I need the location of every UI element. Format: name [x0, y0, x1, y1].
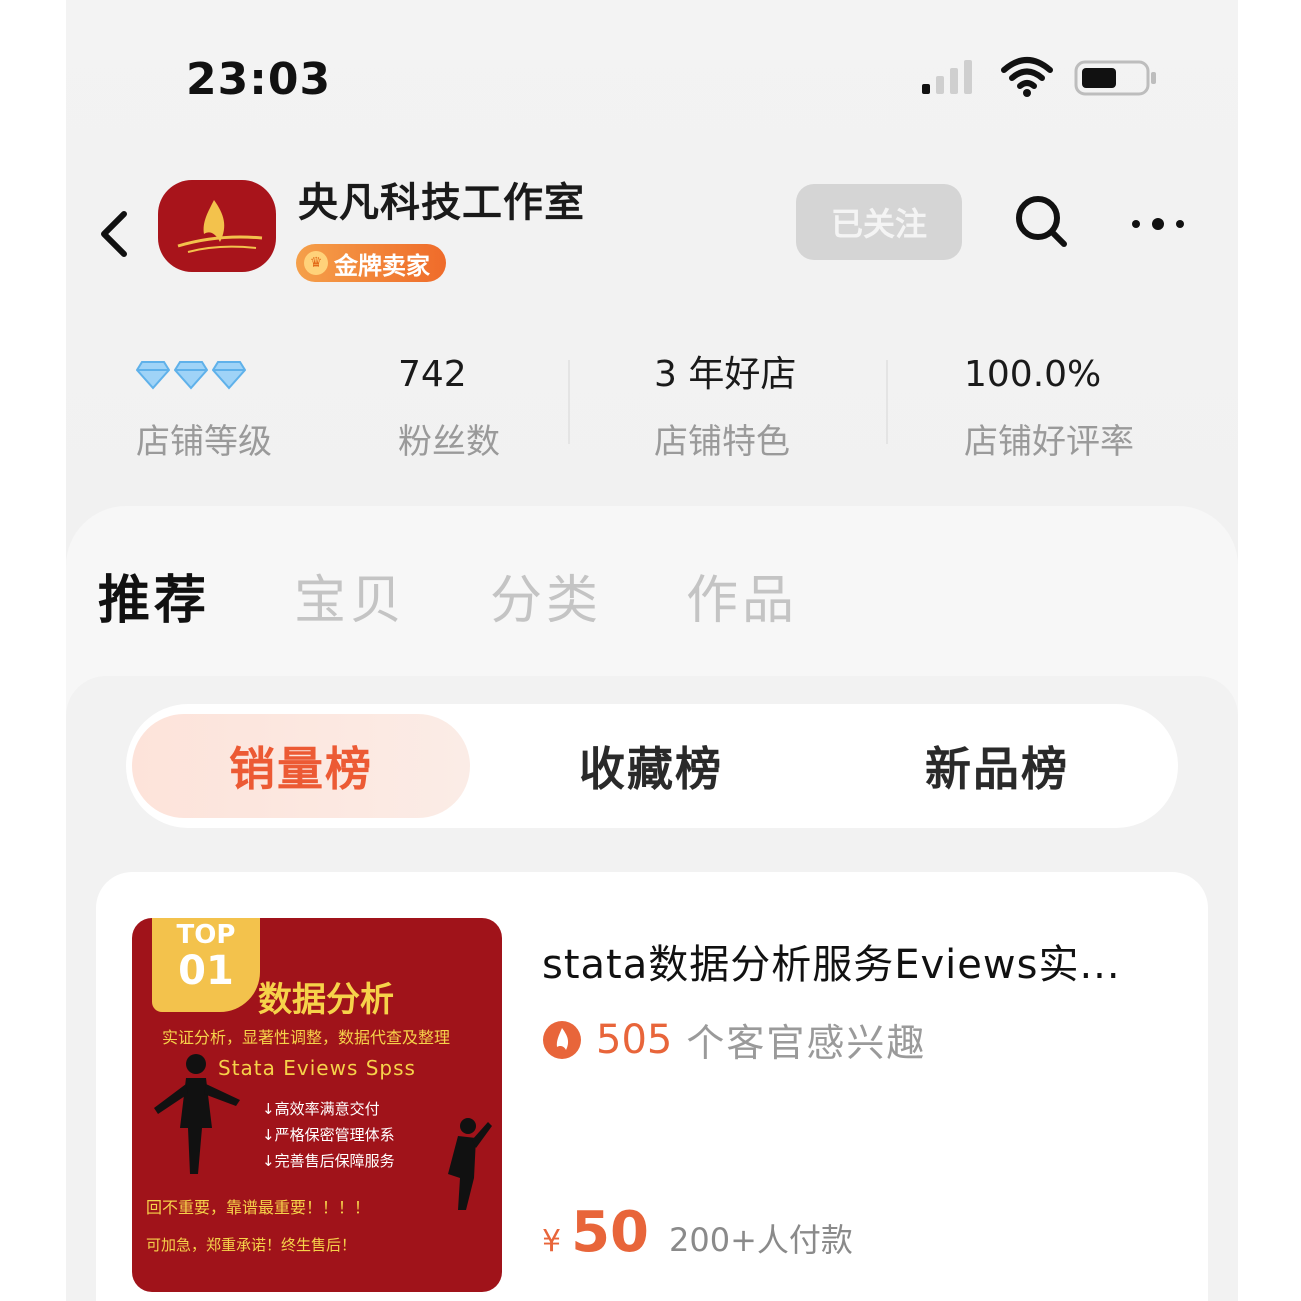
- shop-stats: 店铺等级 742 粉丝数 3 年好店 店铺特色 100.0% 店铺好评率: [66, 350, 1238, 470]
- rank-tab-sales[interactable]: 销量榜: [132, 714, 470, 818]
- stat-rating-value: 100.0%: [964, 354, 1102, 395]
- flame-logo-icon: [177, 200, 263, 253]
- status-time: 23:03: [186, 54, 332, 105]
- price-row: ¥ 50 200+人付款: [542, 1200, 853, 1265]
- product-image-title: 数据分析: [258, 980, 394, 1020]
- product-image-text: ↓完善售后保障服务: [262, 1152, 395, 1170]
- rank-tab-new[interactable]: 新品榜: [828, 714, 1166, 818]
- product-card[interactable]: 数据分析 实证分析，显著性调整，数据代查及整理 Stata Eviews Sps…: [96, 872, 1208, 1301]
- search-icon[interactable]: [1012, 192, 1068, 250]
- stat-rating[interactable]: 100.0% 店铺好评率: [964, 350, 1134, 463]
- ranking-panel: 销量榜 收藏榜 新品榜 数据分析 实证分析，显著性调整，数据代查及整理 Stat…: [66, 676, 1238, 1301]
- ranking-switch: 销量榜 收藏榜 新品榜: [126, 704, 1178, 828]
- stat-level-label: 店铺等级: [136, 422, 272, 462]
- diamond-icon: [174, 361, 208, 390]
- follow-button[interactable]: 已关注: [796, 184, 962, 260]
- rank-tab-favorites[interactable]: 收藏榜: [482, 714, 820, 818]
- stat-feature-label: 店铺特色: [654, 422, 790, 462]
- more-icon[interactable]: [1128, 212, 1188, 236]
- phone-screen: 23:03 央凡科技工作室 ♛ 金牌卖家 已关注 店铺等级 742 粉丝数 3 …: [66, 0, 1238, 1301]
- shop-name: 央凡科技工作室: [298, 180, 585, 226]
- interest-text: 个客官感兴趣: [686, 1021, 927, 1065]
- shop-tabs: 推荐 宝贝 分类 作品: [98, 558, 882, 633]
- interest-row: 505 个客官感兴趣: [542, 1012, 926, 1067]
- tab-works[interactable]: 作品: [686, 558, 798, 633]
- stat-divider: [886, 360, 888, 444]
- diamond-icon: [212, 361, 246, 390]
- product-image-text: 实证分析，显著性调整，数据代查及整理: [162, 1028, 451, 1047]
- tab-items[interactable]: 宝贝: [294, 558, 406, 633]
- price-currency: ¥: [542, 1224, 562, 1259]
- status-bar: 23:03: [66, 40, 1238, 120]
- product-image[interactable]: 数据分析 实证分析，显著性调整，数据代查及整理 Stata Eviews Sps…: [132, 918, 502, 1292]
- price-value: 50: [571, 1200, 650, 1265]
- shop-content: 推荐 宝贝 分类 作品 销量榜 收藏榜 新品榜 数据分析 实证分析，显著性调整，…: [66, 506, 1238, 1301]
- stat-fans-value: 742: [398, 354, 467, 395]
- gold-seller-label: 金牌卖家: [334, 251, 430, 280]
- product-image-text: 回不重要，靠谱最重要！！！！: [146, 1198, 371, 1217]
- stat-fans[interactable]: 742 粉丝数: [398, 350, 500, 463]
- crown-icon: ♛: [304, 251, 328, 275]
- tab-recommend[interactable]: 推荐: [98, 558, 210, 633]
- product-title[interactable]: stata数据分析服务Eviews实...: [542, 932, 1182, 990]
- product-image-text: 可加急，郑重承诺！终生售后！: [146, 1236, 357, 1254]
- product-image-text: ↓高效率满意交付: [262, 1100, 380, 1118]
- person-figure-icon: [154, 1054, 240, 1174]
- interest-count: 505: [596, 1016, 673, 1063]
- stat-shop-level[interactable]: 店铺等级: [136, 350, 272, 463]
- top-rank-number: 01: [178, 948, 234, 994]
- top-rank-badge: TOP 01: [152, 918, 260, 1012]
- wifi-icon: [1001, 57, 1053, 97]
- person-figure-icon: [448, 1118, 492, 1210]
- signal-icon: [922, 60, 972, 94]
- stat-feature[interactable]: 3 年好店 店铺特色: [654, 350, 796, 463]
- flame-icon: [543, 1020, 581, 1059]
- top-rank-label: TOP: [176, 920, 236, 950]
- stat-feature-value: 3 年好店: [654, 354, 797, 395]
- battery-icon: [1074, 60, 1156, 96]
- gold-seller-badge: ♛ 金牌卖家: [296, 244, 446, 282]
- sold-count: 200+人付款: [669, 1221, 853, 1259]
- stat-fans-label: 粉丝数: [398, 422, 500, 462]
- diamond-icon: [136, 361, 170, 390]
- tab-categories[interactable]: 分类: [490, 558, 602, 633]
- diamond-rating: [136, 350, 272, 400]
- product-image-text: ↓严格保密管理体系: [262, 1126, 395, 1144]
- stat-divider: [568, 360, 570, 444]
- product-image-text: Stata Eviews Spss: [218, 1056, 416, 1080]
- back-icon[interactable]: [94, 208, 134, 260]
- stat-rating-label: 店铺好评率: [964, 422, 1134, 462]
- shop-logo[interactable]: [158, 180, 276, 272]
